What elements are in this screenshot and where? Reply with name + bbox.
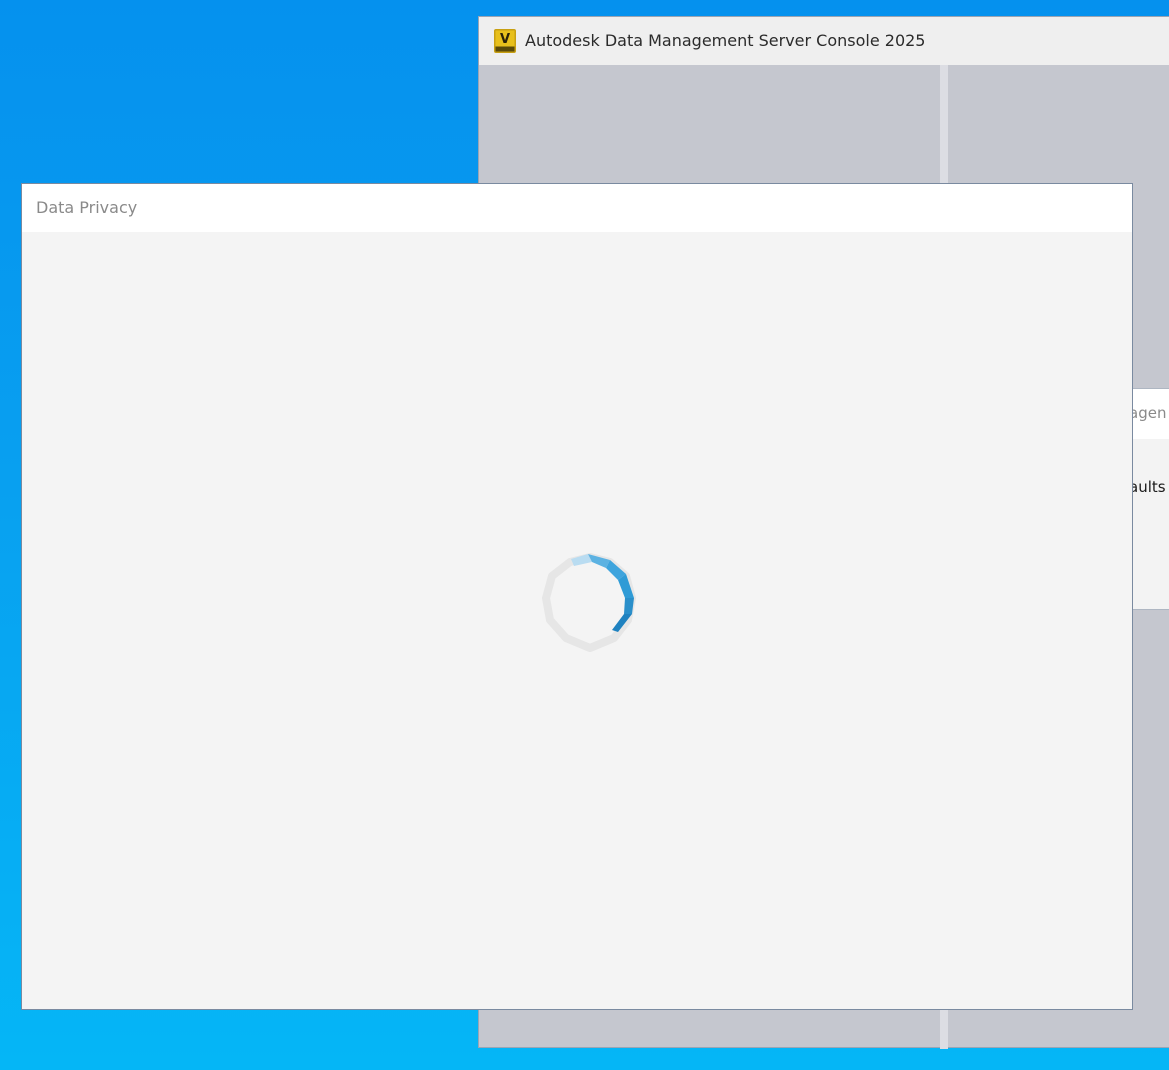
background-dialog-text: aults — [1129, 478, 1166, 496]
vault-app-icon-letter: V — [500, 32, 510, 47]
data-privacy-title: Data Privacy — [36, 198, 138, 217]
vault-app-icon: V — [494, 29, 516, 53]
main-window-titlebar[interactable]: V Autodesk Data Management Server Consol… — [479, 17, 1169, 65]
data-privacy-titlebar[interactable]: Data Privacy — [22, 184, 1132, 232]
main-window-title: Autodesk Data Management Server Console … — [525, 31, 926, 50]
data-privacy-content — [22, 232, 1132, 1009]
background-dialog-title: agen — [1129, 404, 1167, 422]
loading-spinner-icon — [542, 553, 636, 652]
data-privacy-dialog: Data Privacy — [21, 183, 1133, 1010]
